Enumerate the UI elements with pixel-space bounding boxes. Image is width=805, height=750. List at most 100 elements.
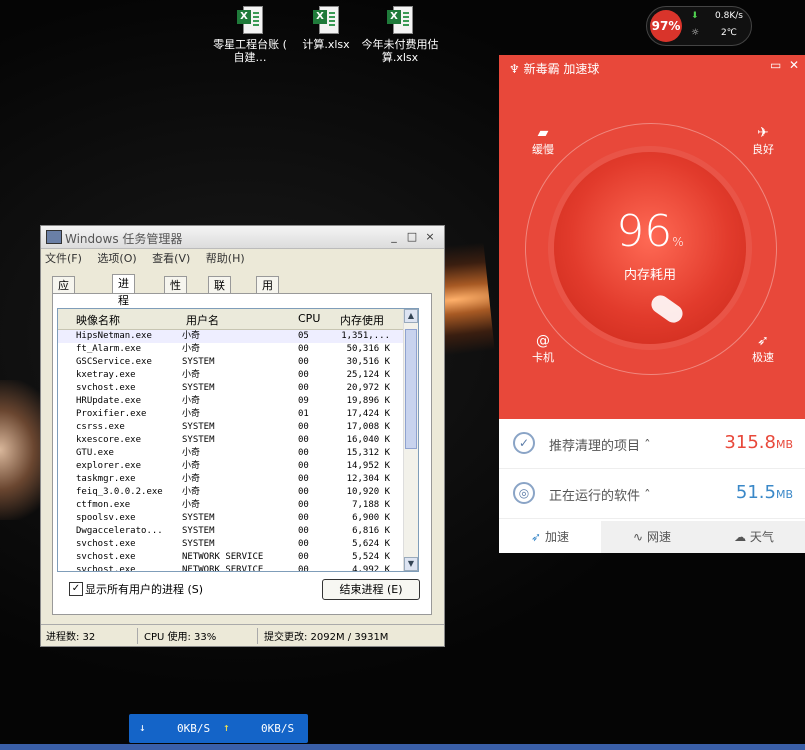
rocket-icon: ➶ — [531, 530, 542, 544]
memory-dial[interactable]: 96% 内存耗用 — [554, 152, 746, 344]
process-image-name: taskmgr.exe — [76, 474, 136, 484]
pulse-icon: ∿ — [633, 530, 644, 544]
process-row[interactable]: svchost.exe NETWORK SERVICE 00 4,992 K — [58, 564, 404, 572]
cleanup-label: 推荐清理的项目 ˆ — [549, 439, 651, 454]
download-speed: 0KB/S — [177, 722, 211, 735]
process-row[interactable]: svchost.exe SYSTEM 00 5,624 K — [58, 538, 404, 551]
process-memory: 16,040 K — [346, 435, 390, 445]
memory-badge: 97% — [650, 10, 682, 42]
tab-performance[interactable]: 性能 — [164, 276, 187, 309]
sun-icon: ☼ — [691, 28, 700, 38]
accelerator-window[interactable]: ♆ 新毒霸 加速球 ▭ ✕ ▰ 缓慢 ✈ 良好 @ 卡机 ➶ 极速 96% 内存耗用 ✓… — [499, 55, 805, 553]
feedback-icon[interactable]: ▭ — [770, 58, 781, 72]
net-speed-bar[interactable]: ↓ 0KB/S ↑ 0KB/S — [129, 714, 308, 743]
memory-percent: 96% — [616, 206, 684, 257]
column-image-name[interactable]: 映像名称 — [76, 312, 120, 328]
process-memory: 4,992 K — [352, 565, 390, 572]
menu-file[interactable]: 文件(F) — [45, 252, 82, 265]
running-software-row[interactable]: ◎ 正在运行的软件 ˆ 51.5MB — [499, 470, 805, 519]
excel-file-icon: X — [237, 4, 263, 34]
scroll-down-icon[interactable]: ▼ — [404, 557, 418, 571]
process-image-name: Proxifier.exe — [76, 409, 147, 419]
process-memory: 30,516 K — [346, 357, 390, 367]
close-icon[interactable]: ✕ — [789, 58, 799, 72]
scroll-thumb[interactable] — [405, 329, 417, 449]
desktop-file-icon-2[interactable]: X 计算.xlsx — [287, 4, 365, 51]
process-row[interactable]: Proxifier.exe 小奇 01 17,424 K — [58, 408, 404, 421]
process-user-name: SYSTEM — [182, 422, 215, 432]
menu-view[interactable]: 查看(V) — [152, 252, 190, 265]
show-all-users-checkbox[interactable]: ✓ — [69, 582, 83, 596]
temperature: 2℃ — [721, 28, 737, 38]
process-image-name: svchost.exe — [76, 539, 136, 549]
process-row[interactable]: spoolsv.exe SYSTEM 00 6,900 K — [58, 512, 404, 525]
process-list[interactable]: 映像名称 用户名 CPU 内存使用 HipsNetman.exe 小奇 05 1,35… — [57, 308, 419, 572]
column-cpu[interactable]: CPU — [298, 312, 320, 325]
column-user-name[interactable]: 用户名 — [186, 312, 219, 328]
process-image-name: ft_Alarm.exe — [76, 344, 142, 354]
process-row[interactable]: Dwgaccelerato... SYSTEM 00 6,816 K — [58, 525, 404, 538]
tab-net-speed[interactable]: ∿ 网速 — [601, 521, 703, 553]
desktop-file-label: 今年未付费用估算.xlsx — [361, 38, 439, 64]
tab-networking[interactable]: 联网 — [208, 276, 231, 309]
accelerator-title: ♆ 新毒霸 加速球 — [509, 62, 600, 76]
label-slow: 缓慢 — [532, 143, 554, 156]
desktop-file-icon-1[interactable]: X 零星工程台账 ( 自建… — [211, 4, 289, 64]
status-cpu-usage: CPU 使用: 33% — [144, 632, 217, 643]
process-memory: 5,624 K — [352, 539, 390, 549]
menu-help[interactable]: 帮助(H) — [206, 252, 245, 265]
tab-users[interactable]: 用户 — [256, 276, 279, 309]
process-row[interactable]: ft_Alarm.exe 小奇 00 50,316 K — [58, 343, 404, 356]
scroll-up-icon[interactable]: ▲ — [404, 309, 418, 323]
duba-logo-icon: ♆ — [509, 62, 520, 76]
process-row[interactable]: svchost.exe SYSTEM 00 20,972 K — [58, 382, 404, 395]
desktop-file-label: 计算.xlsx — [302, 38, 350, 51]
tab-weather[interactable]: ☁ 天气 — [703, 521, 805, 553]
process-row[interactable]: taskmgr.exe 小奇 00 12,304 K — [58, 473, 404, 486]
process-row[interactable]: feiq_3.0.0.2.exe 小奇 00 10,920 K — [58, 486, 404, 499]
desktop-file-label: 零星工程台账 ( 自建… — [213, 38, 287, 64]
title-bar[interactable]: Windows 任务管理器 _ □ × — [41, 226, 444, 249]
column-memory[interactable]: 内存使用 — [340, 312, 384, 328]
process-row[interactable]: svchost.exe NETWORK SERVICE 00 5,524 K — [58, 551, 404, 564]
process-row[interactable]: kxescore.exe SYSTEM 00 16,040 K — [58, 434, 404, 447]
process-cpu: 00 — [298, 513, 309, 523]
process-row[interactable]: GSCService.exe SYSTEM 00 30,516 K — [58, 356, 404, 369]
process-memory: 15,312 K — [346, 448, 390, 458]
process-row[interactable]: HipsNetman.exe 小奇 05 1,351,... — [58, 330, 404, 343]
process-memory: 12,304 K — [346, 474, 390, 484]
process-user-name: 小奇 — [182, 448, 201, 458]
minimize-button[interactable]: _ — [386, 230, 402, 244]
process-rows: HipsNetman.exe 小奇 05 1,351,... ft_Alarm.exe 小… — [58, 330, 404, 572]
label-lag: 卡机 — [532, 351, 554, 364]
recommended-cleanup-row[interactable]: ✓ 推荐清理的项目 ˆ 315.8MB — [499, 420, 805, 469]
disc-icon: ◎ — [513, 482, 535, 504]
process-row[interactable]: kxetray.exe 小奇 00 25,124 K — [58, 369, 404, 382]
maximize-button[interactable]: □ — [404, 230, 420, 244]
process-memory: 1,351,... — [341, 331, 390, 341]
system-monitor-widget[interactable]: 97% ⬇ 0.8K/s ☼ 2℃ — [646, 6, 752, 46]
process-row[interactable]: csrss.exe SYSTEM 00 17,008 K — [58, 421, 404, 434]
tab-accelerate[interactable]: ➶ 加速 — [499, 521, 601, 553]
process-image-name: GTU.exe — [76, 448, 114, 458]
process-row[interactable]: ctfmon.exe 小奇 00 7,188 K — [58, 499, 404, 512]
process-row[interactable]: explorer.exe 小奇 00 14,952 K — [58, 460, 404, 473]
vertical-scrollbar[interactable]: ▲ ▼ — [403, 309, 418, 571]
close-button[interactable]: × — [422, 230, 438, 244]
process-memory: 6,900 K — [352, 513, 390, 523]
show-all-users-label[interactable]: 显示所有用户的进程 (S) — [85, 581, 203, 597]
running-label: 正在运行的软件 ˆ — [549, 489, 651, 504]
tab-processes[interactable]: 进程 — [112, 274, 135, 307]
taskbar[interactable] — [0, 744, 805, 750]
process-user-name: SYSTEM — [182, 526, 215, 536]
process-row[interactable]: HRUpdate.exe 小奇 09 19,896 K — [58, 395, 404, 408]
end-process-button[interactable]: 结束进程 (E) — [322, 579, 420, 600]
process-row[interactable]: GTU.exe 小奇 00 15,312 K — [58, 447, 404, 460]
process-user-name: 小奇 — [182, 370, 201, 380]
desktop-file-icon-3[interactable]: X 今年未付费用估算.xlsx — [361, 4, 439, 64]
task-manager-window[interactable]: Windows 任务管理器 _ □ × 文件(F) 选项(O) 查看(V) 帮助… — [40, 225, 445, 647]
status-divider — [137, 628, 138, 644]
tab-applications[interactable]: 应用程序 — [52, 276, 75, 343]
process-image-name: spoolsv.exe — [76, 513, 136, 523]
menu-options[interactable]: 选项(O) — [97, 252, 136, 265]
